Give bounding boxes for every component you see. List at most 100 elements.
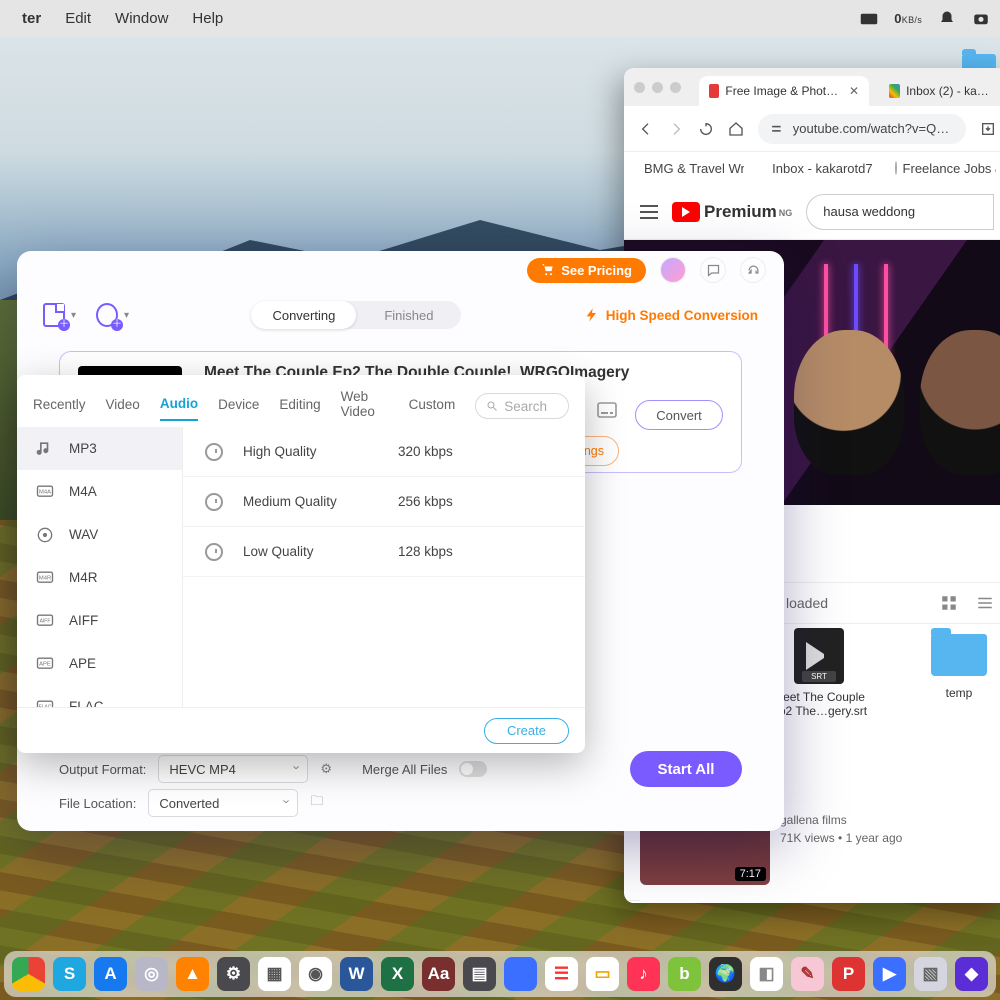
notes-app[interactable]: ▭ <box>586 957 619 991</box>
calc-app[interactable]: ▤ <box>463 957 496 991</box>
bookmark-item[interactable]: Inbox - kakarotd77… <box>766 161 872 176</box>
file-srt[interactable]: SRT Meet The Couple Ep2 The…gery.srt <box>769 628 869 718</box>
popup-tab-editing[interactable]: Editing <box>279 393 320 420</box>
mode-toggle[interactable]: Converting Finished <box>251 301 461 329</box>
window-controls[interactable] <box>634 82 681 93</box>
popup-tab-video[interactable]: Video <box>106 393 140 420</box>
address-bar[interactable]: youtube.com/watch?v=Q4iG… <box>758 114 966 144</box>
appstore-app[interactable]: A <box>94 957 127 991</box>
camera-icon[interactable] <box>972 10 990 28</box>
popup-tab-device[interactable]: Device <box>218 393 259 420</box>
earth-app[interactable]: 🌍 <box>709 957 742 991</box>
file-label: Meet The Couple Ep2 The…gery.srt <box>771 690 867 718</box>
hamburger-icon[interactable] <box>640 205 658 219</box>
popup-tab-audio[interactable]: Audio <box>160 392 198 421</box>
output-format-select[interactable]: HEVC MP4 <box>158 755 308 783</box>
preview-app[interactable]: ▧ <box>914 957 947 991</box>
site-settings-icon[interactable] <box>770 122 783 136</box>
popup-search-input[interactable]: Search <box>475 393 569 419</box>
create-button[interactable]: Create <box>484 718 569 744</box>
excel-app[interactable]: X <box>381 957 414 991</box>
open-folder-icon[interactable]: 🗀 <box>310 792 323 814</box>
format-item-wav[interactable]: WAV <box>17 513 182 556</box>
app-green[interactable]: b <box>668 957 701 991</box>
youtube-logo[interactable]: Premium NG <box>672 202 792 222</box>
output-settings-icon[interactable]: ⚙ <box>320 761 332 777</box>
skype-app[interactable]: S <box>53 957 86 991</box>
user-avatar[interactable] <box>660 257 686 283</box>
quality-item[interactable]: Medium Quality256 kbps <box>183 477 585 527</box>
format-item-ape[interactable]: APEAPE <box>17 642 182 685</box>
subtitle-icon[interactable] <box>595 398 619 422</box>
settings-app[interactable]: ⚙ <box>217 957 250 991</box>
menubar-app-name[interactable]: ter <box>10 10 53 27</box>
youtube-search-input[interactable]: hausa weddong <box>806 194 994 230</box>
format-item-flac[interactable]: FLACFLAC <box>17 685 182 707</box>
chrome-app[interactable] <box>12 957 45 991</box>
feedback-icon[interactable] <box>700 257 726 283</box>
video-meta: gallena films 71K views • 1 year ago <box>780 811 902 903</box>
merge-toggle[interactable] <box>459 761 487 777</box>
folder-temp[interactable]: temp <box>909 628 1000 718</box>
notification-icon[interactable] <box>938 10 956 28</box>
converter-app[interactable]: ◆ <box>955 957 988 991</box>
bookmark-item[interactable]: BMG & Travel Writ… <box>638 161 744 176</box>
format-item-m4r[interactable]: M4RM4R <box>17 556 182 599</box>
launchpad-app[interactable]: ▦ <box>258 957 291 991</box>
pdf-app[interactable]: P <box>832 957 865 991</box>
convert-button[interactable]: Convert <box>635 400 723 430</box>
lightning-icon <box>584 307 600 323</box>
screenshot-app[interactable]: ◉ <box>299 957 332 991</box>
word-app[interactable]: W <box>340 957 373 991</box>
start-all-button[interactable]: Start All <box>630 751 742 787</box>
output-format-label: Output Format: <box>59 762 146 777</box>
app-blue[interactable] <box>504 957 537 991</box>
browser-tab-inactive[interactable]: Inbox (2) - kakaro… <box>879 76 1000 106</box>
app-pink[interactable]: ✎ <box>791 957 824 991</box>
add-url-button[interactable]: ＋▾ <box>96 303 129 327</box>
player-app[interactable]: ▶ <box>873 957 906 991</box>
audio-format-icon: FLAC <box>35 697 55 708</box>
back-icon[interactable] <box>638 121 654 137</box>
highspeed-link[interactable]: High Speed Conversion <box>584 307 758 323</box>
tab-title: Free Image & Photo Resiz… <box>725 84 839 98</box>
vlc-app[interactable]: ▲ <box>176 957 209 991</box>
qgis-app[interactable]: ◎ <box>135 957 168 991</box>
browser-tab-active[interactable]: Free Image & Photo Resiz… ✕ <box>699 76 869 106</box>
popup-tab-webvideo[interactable]: Web Video <box>341 385 389 427</box>
tab-close-icon[interactable]: ✕ <box>849 84 859 98</box>
audio-format-icon <box>35 439 55 459</box>
menubar-window[interactable]: Window <box>103 10 180 27</box>
reload-icon[interactable] <box>698 121 714 137</box>
menubar-help[interactable]: Help <box>180 10 235 27</box>
popup-tab-custom[interactable]: Custom <box>409 393 456 420</box>
youtube-header: Premium NG hausa weddong <box>624 184 1000 240</box>
fontbook-app[interactable]: Aa <box>422 957 455 991</box>
grid-view-icon[interactable] <box>940 594 958 612</box>
see-pricing-button[interactable]: See Pricing <box>527 258 646 283</box>
format-item-m4a[interactable]: M4AM4A <box>17 470 182 513</box>
menubar-edit[interactable]: Edit <box>53 10 103 27</box>
music-app[interactable]: ♪ <box>627 957 660 991</box>
bookmark-item[interactable]: Freelance Jobs &… <box>895 161 996 176</box>
add-file-button[interactable]: ＋▾ <box>43 303 76 327</box>
format-item-mp3[interactable]: MP3 <box>17 427 182 470</box>
home-icon[interactable] <box>728 121 744 137</box>
install-icon[interactable] <box>980 121 996 137</box>
format-item-aiff[interactable]: AIFFAIFF <box>17 599 182 642</box>
popup-tab-recently[interactable]: Recently <box>33 393 86 420</box>
tab-finished[interactable]: Finished <box>356 301 461 329</box>
add-url-icon: ＋ <box>96 303 118 327</box>
file-location-select[interactable]: Converted <box>148 789 298 817</box>
tab-converting[interactable]: Converting <box>251 301 356 329</box>
app-white[interactable]: ◧ <box>750 957 783 991</box>
quality-item[interactable]: High Quality320 kbps <box>183 427 585 477</box>
keyboard-icon[interactable] <box>860 10 878 28</box>
support-icon[interactable] <box>740 257 766 283</box>
network-speed: 0KB/s <box>894 11 922 26</box>
forward-icon[interactable] <box>668 121 684 137</box>
file-label: temp <box>946 686 973 700</box>
list-view-icon[interactable] <box>976 594 994 612</box>
reminders-app[interactable]: ☰ <box>545 957 578 991</box>
quality-item[interactable]: Low Quality128 kbps <box>183 527 585 577</box>
